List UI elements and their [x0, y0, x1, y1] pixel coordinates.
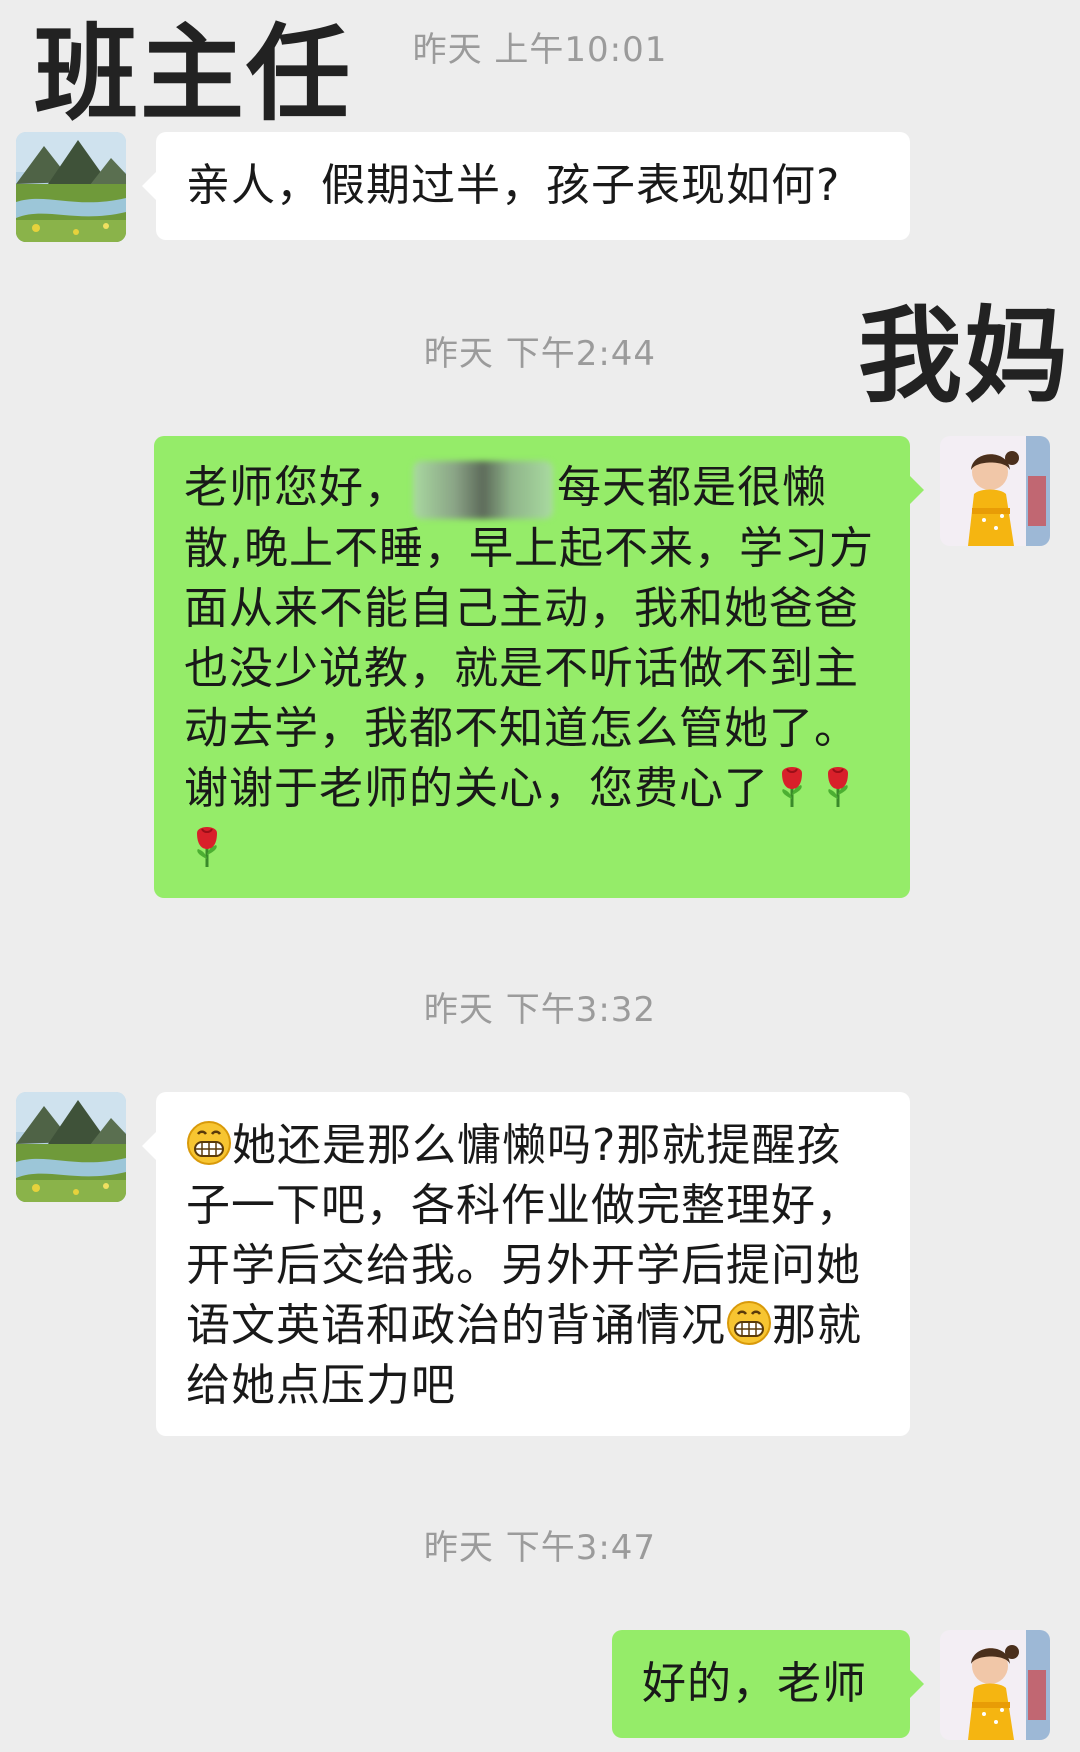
girl-avatar-icon [940, 1630, 1050, 1740]
message-text: 老师您好， [184, 462, 409, 513]
mom-avatar[interactable] [940, 1630, 1050, 1740]
rose-icon [769, 763, 815, 809]
rose-icon [815, 763, 861, 809]
landscape-avatar-icon [16, 1092, 126, 1202]
landscape-avatar-icon [16, 132, 126, 242]
timestamp: 昨天 下午3:32 [423, 990, 657, 1030]
girl-avatar-icon [940, 436, 1050, 546]
timestamp: 昨天 下午3:47 [423, 1528, 657, 1568]
message-bubble-mom[interactable]: 老师您好， 每天都是很懒散,晚上不睡，早上起不来，学习方面从来不能自己主动，我和她… [154, 436, 924, 898]
grin-icon [726, 1300, 772, 1346]
message-text: 亲人，假期过半，孩子表现如何? [186, 160, 841, 211]
message-bubble-teacher[interactable]: 亲人，假期过半，孩子表现如何? [142, 132, 910, 240]
grin-icon [186, 1120, 232, 1166]
message-bubble-teacher[interactable]: 她还是那么慵懒吗?那就提醒孩子一下吧，各科作业做完整理好，开学后交给我。另外开学… [142, 1092, 910, 1436]
message-text: 好的，老师 [642, 1658, 867, 1709]
mom-label: 我妈 [858, 295, 1071, 417]
message-bubble-mom[interactable]: 好的，老师 [612, 1630, 924, 1738]
teacher-label: 班主任 [34, 13, 353, 135]
rose-icon [184, 823, 230, 869]
mom-avatar[interactable] [940, 436, 1050, 546]
teacher-avatar[interactable] [16, 132, 126, 242]
teacher-avatar[interactable] [16, 1092, 126, 1202]
blurred-name [413, 461, 553, 519]
